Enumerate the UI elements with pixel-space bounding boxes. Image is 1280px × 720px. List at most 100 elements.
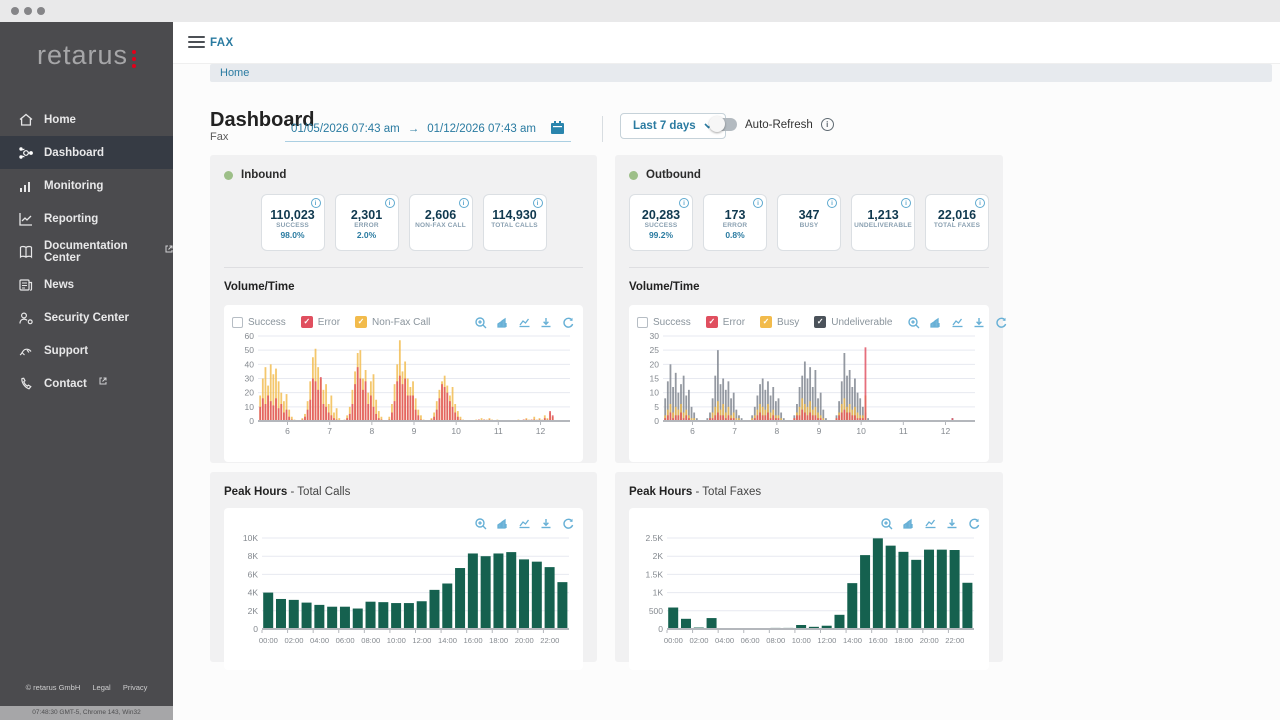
sidebar-item-security-center[interactable]: Security Center xyxy=(0,301,173,334)
info-icon[interactable]: i xyxy=(901,198,911,208)
zoom-in-icon[interactable] xyxy=(880,517,893,530)
menu-toggle-icon[interactable] xyxy=(188,36,205,51)
sidebar-item-home[interactable]: Home xyxy=(0,103,173,136)
auto-refresh-label: Auto-Refresh xyxy=(745,119,813,131)
breadcrumb-home-link[interactable]: Home xyxy=(220,67,249,79)
svg-text:8: 8 xyxy=(774,426,779,436)
svg-text:10: 10 xyxy=(245,402,255,412)
line-chart-icon[interactable] xyxy=(951,316,964,329)
contact-icon xyxy=(18,376,34,392)
legend-checkbox-undeliverable[interactable]: ✓Undeliverable xyxy=(814,316,892,328)
info-icon[interactable]: i xyxy=(827,198,837,208)
info-icon[interactable]: i xyxy=(459,198,469,208)
stat-value: 173 xyxy=(704,208,766,222)
svg-text:2.5K: 2.5K xyxy=(646,533,664,543)
info-icon[interactable]: i xyxy=(679,198,689,208)
monitoring-icon xyxy=(18,178,34,194)
bar-chart-icon[interactable] xyxy=(929,316,942,329)
line-chart-icon[interactable] xyxy=(518,316,531,329)
bar-chart-icon[interactable] xyxy=(496,517,509,530)
sidebar-item-label: Contact xyxy=(44,378,87,390)
svg-text:50: 50 xyxy=(245,345,255,355)
line-chart-icon[interactable] xyxy=(518,517,531,530)
svg-text:10K: 10K xyxy=(243,533,258,543)
legal-link[interactable]: Legal xyxy=(92,683,110,692)
info-icon[interactable]: i xyxy=(753,198,763,208)
dashboard-icon xyxy=(18,145,34,161)
info-icon[interactable]: i xyxy=(385,198,395,208)
stat-value: 2,606 xyxy=(410,208,472,222)
svg-text:7: 7 xyxy=(732,426,737,436)
download-icon[interactable] xyxy=(946,517,959,530)
svg-text:10: 10 xyxy=(451,426,461,436)
security-icon xyxy=(18,310,34,326)
inbound-peak-chart[interactable]: 02K4K6K8K10K00:0002:0004:0006:0008:0010:… xyxy=(232,531,575,662)
legend-checkbox-success[interactable]: Success xyxy=(637,316,691,328)
download-icon[interactable] xyxy=(540,316,553,329)
legend-checkbox-non-fax-call[interactable]: ✓Non-Fax Call xyxy=(355,316,430,328)
zoom-in-icon[interactable] xyxy=(474,316,487,329)
sidebar-item-documentation-center[interactable]: Documentation Center xyxy=(0,235,173,268)
svg-text:20:00: 20:00 xyxy=(515,636,534,645)
auto-refresh-toggle[interactable] xyxy=(710,118,737,131)
inbound-card-success: i110,023SUCCESS98.0% xyxy=(261,194,325,251)
outbound-panel: Outbound i20,283SUCCESS99.2%i173ERROR0.8… xyxy=(615,155,1003,463)
outbound-peak-card: 05001K1.5K2K2.5K00:0002:0004:0006:0008:0… xyxy=(629,508,989,670)
legend-checkbox-error[interactable]: ✓Error xyxy=(301,316,340,328)
legend-checkbox-error[interactable]: ✓Error xyxy=(706,316,745,328)
sidebar-item-news[interactable]: News xyxy=(0,268,173,301)
sidebar-item-reporting[interactable]: Reporting xyxy=(0,202,173,235)
outbound-peak-chart[interactable]: 05001K1.5K2K2.5K00:0002:0004:0006:0008:0… xyxy=(637,531,981,662)
sidebar-item-label: Dashboard xyxy=(44,147,104,159)
svg-text:02:00: 02:00 xyxy=(689,636,708,645)
info-icon[interactable]: i xyxy=(533,198,543,208)
zoom-in-icon[interactable] xyxy=(907,316,920,329)
divider xyxy=(629,267,989,268)
sidebar-item-label: News xyxy=(44,279,74,291)
sidebar-item-dashboard[interactable]: Dashboard xyxy=(0,136,173,169)
legend-checkbox-busy[interactable]: ✓Busy xyxy=(760,316,799,328)
stat-label: TOTAL CALLS xyxy=(484,222,546,229)
outbound-volume-chart[interactable]: 0510152025306789101112 xyxy=(637,331,981,454)
refresh-icon[interactable] xyxy=(968,517,981,530)
line-chart-icon[interactable] xyxy=(924,517,937,530)
window-control-dot[interactable] xyxy=(24,7,32,15)
sidebar-item-label: Home xyxy=(44,114,76,126)
download-icon[interactable] xyxy=(540,517,553,530)
svg-text:9: 9 xyxy=(817,426,822,436)
browser-status-strip: 07:48:30 GMT-5, Chrome 143, Win32 xyxy=(0,706,173,720)
sidebar-item-support[interactable]: Support xyxy=(0,334,173,367)
auto-refresh-info-icon[interactable]: i xyxy=(821,118,834,131)
inbound-volume-chart[interactable]: 01020304050606789101112 xyxy=(232,331,575,454)
svg-text:00:00: 00:00 xyxy=(664,636,683,645)
window-control-dot[interactable] xyxy=(37,7,45,15)
stat-percent: 0.8% xyxy=(704,230,766,240)
svg-text:08:00: 08:00 xyxy=(766,636,785,645)
stat-label: SUCCESS xyxy=(262,222,324,229)
refresh-icon[interactable] xyxy=(562,316,575,329)
sidebar-item-contact[interactable]: Contact xyxy=(0,367,173,400)
refresh-icon[interactable] xyxy=(995,316,1008,329)
window-control-dot[interactable] xyxy=(11,7,19,15)
svg-text:6K: 6K xyxy=(248,569,259,579)
download-icon[interactable] xyxy=(973,316,986,329)
svg-text:20: 20 xyxy=(245,388,255,398)
stat-label: ERROR xyxy=(336,222,398,229)
refresh-icon[interactable] xyxy=(562,517,575,530)
stat-value: 114,930 xyxy=(484,208,546,222)
inbound-peak-title: Peak Hours - Total Calls xyxy=(224,486,583,498)
zoom-in-icon[interactable] xyxy=(474,517,487,530)
inbound-peak-panel: Peak Hours - Total Calls 02K4K6K8K10K00:… xyxy=(210,472,597,662)
privacy-link[interactable]: Privacy xyxy=(123,683,148,692)
calendar-icon[interactable] xyxy=(550,120,565,138)
svg-text:0: 0 xyxy=(654,416,659,426)
date-range-input[interactable]: 01/05/2026 07:43 am → 01/12/2026 07:43 a… xyxy=(285,116,571,142)
sidebar-item-monitoring[interactable]: Monitoring xyxy=(0,169,173,202)
inbound-status-dot xyxy=(224,171,233,180)
legend-checkbox-success[interactable]: Success xyxy=(232,316,286,328)
info-icon[interactable]: i xyxy=(975,198,985,208)
bar-chart-icon[interactable] xyxy=(496,316,509,329)
outbound-card-error: i173ERROR0.8% xyxy=(703,194,767,251)
info-icon[interactable]: i xyxy=(311,198,321,208)
bar-chart-icon[interactable] xyxy=(902,517,915,530)
